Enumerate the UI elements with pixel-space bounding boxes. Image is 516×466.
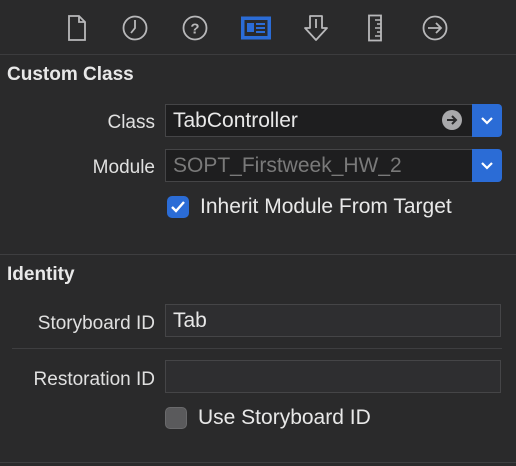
restoration-id-label: Restoration ID (33, 369, 155, 390)
module-value: SOPT_Firstweek_HW_2 (173, 153, 402, 177)
inspector-toolbar: ? (0, 0, 516, 55)
connections-inspector-icon[interactable] (418, 12, 452, 44)
module-label: Module (92, 157, 155, 178)
storyboard-id-label: Storyboard ID (37, 313, 155, 334)
custom-class-section-title: Custom Class (7, 64, 134, 85)
svg-text:?: ? (190, 21, 199, 38)
class-dropdown-button[interactable] (472, 104, 502, 137)
history-inspector-icon[interactable] (118, 12, 152, 44)
section-divider-bottom (0, 462, 516, 463)
identity-inspector-icon[interactable] (239, 12, 273, 44)
inherit-module-label: Inherit Module From Target (200, 195, 452, 218)
class-field[interactable]: TabController (165, 104, 473, 137)
module-dropdown-button[interactable] (472, 149, 502, 182)
restoration-id-field[interactable] (165, 360, 501, 393)
class-label: Class (107, 112, 155, 133)
module-field[interactable]: SOPT_Firstweek_HW_2 (165, 149, 473, 182)
chevron-down-icon (481, 161, 493, 170)
chevron-down-icon (481, 116, 493, 125)
storyboard-id-value: Tab (173, 308, 207, 332)
checkmark-icon (171, 201, 185, 213)
use-storyboard-id-checkbox[interactable] (165, 407, 187, 429)
quick-help-icon[interactable]: ? (178, 12, 212, 44)
attributes-inspector-icon[interactable] (299, 12, 333, 44)
row-divider (12, 348, 502, 349)
inherit-module-checkbox[interactable] (167, 196, 189, 218)
size-inspector-icon[interactable] (358, 12, 392, 44)
identity-section-title: Identity (7, 264, 75, 285)
use-storyboard-id-label: Use Storyboard ID (198, 406, 371, 429)
section-divider (0, 254, 516, 255)
storyboard-id-field[interactable]: Tab (165, 304, 501, 337)
class-jump-arrow-icon[interactable] (442, 110, 462, 130)
class-value: TabController (173, 108, 298, 132)
file-inspector-icon[interactable] (60, 12, 94, 44)
